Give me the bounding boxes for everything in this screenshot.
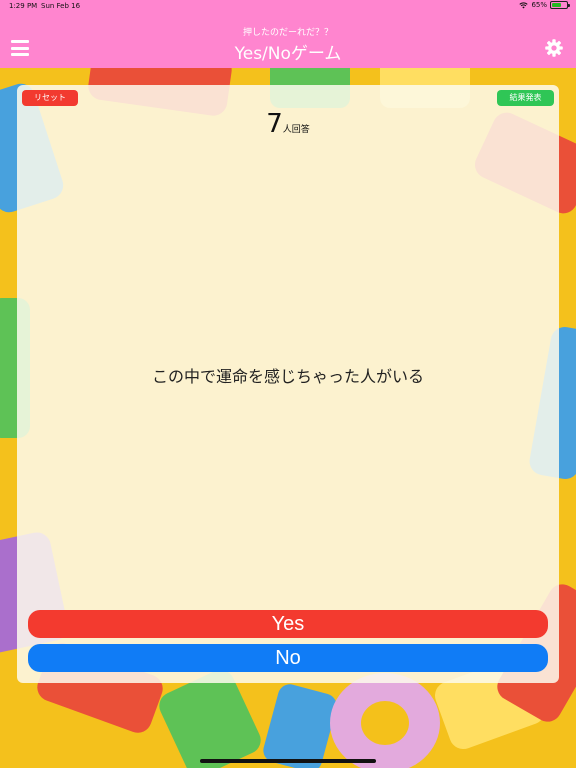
no-button[interactable]: No xyxy=(28,644,548,672)
page-title: Yes/Noゲーム xyxy=(234,44,342,64)
battery-icon xyxy=(550,1,570,9)
battery-percent: 65% xyxy=(531,1,547,9)
status-time: 1:29 PM xyxy=(9,2,38,10)
app-header: 1:29 PM Sun Feb 16 65% 押したのだーれだ？？ Yes/No… xyxy=(0,0,576,68)
reset-button[interactable]: リセット xyxy=(22,90,78,106)
yes-button[interactable]: Yes xyxy=(28,610,548,638)
wifi-icon xyxy=(519,1,529,8)
answer-count-number: 7 xyxy=(266,109,283,139)
question-text: この中で運命を感じちゃった人がいる xyxy=(151,367,424,386)
status-bar: 1:29 PM Sun Feb 16 65% xyxy=(0,0,576,14)
question-card: リセット 結果発表 7人回答 この中で運命を感じちゃった人がいる Yes No xyxy=(17,85,559,683)
answer-count: 7人回答 xyxy=(17,109,559,139)
hamburger-menu-icon[interactable] xyxy=(11,40,29,56)
answer-count-label: 人回答 xyxy=(282,125,310,135)
status-right: 65% xyxy=(519,1,570,9)
status-date: Sun Feb 16 xyxy=(41,2,81,10)
header-subtitle: 押したのだーれだ？？ xyxy=(242,28,333,38)
home-indicator[interactable] xyxy=(200,759,376,763)
show-results-button[interactable]: 結果発表 xyxy=(497,90,554,106)
gear-icon[interactable] xyxy=(544,38,564,58)
